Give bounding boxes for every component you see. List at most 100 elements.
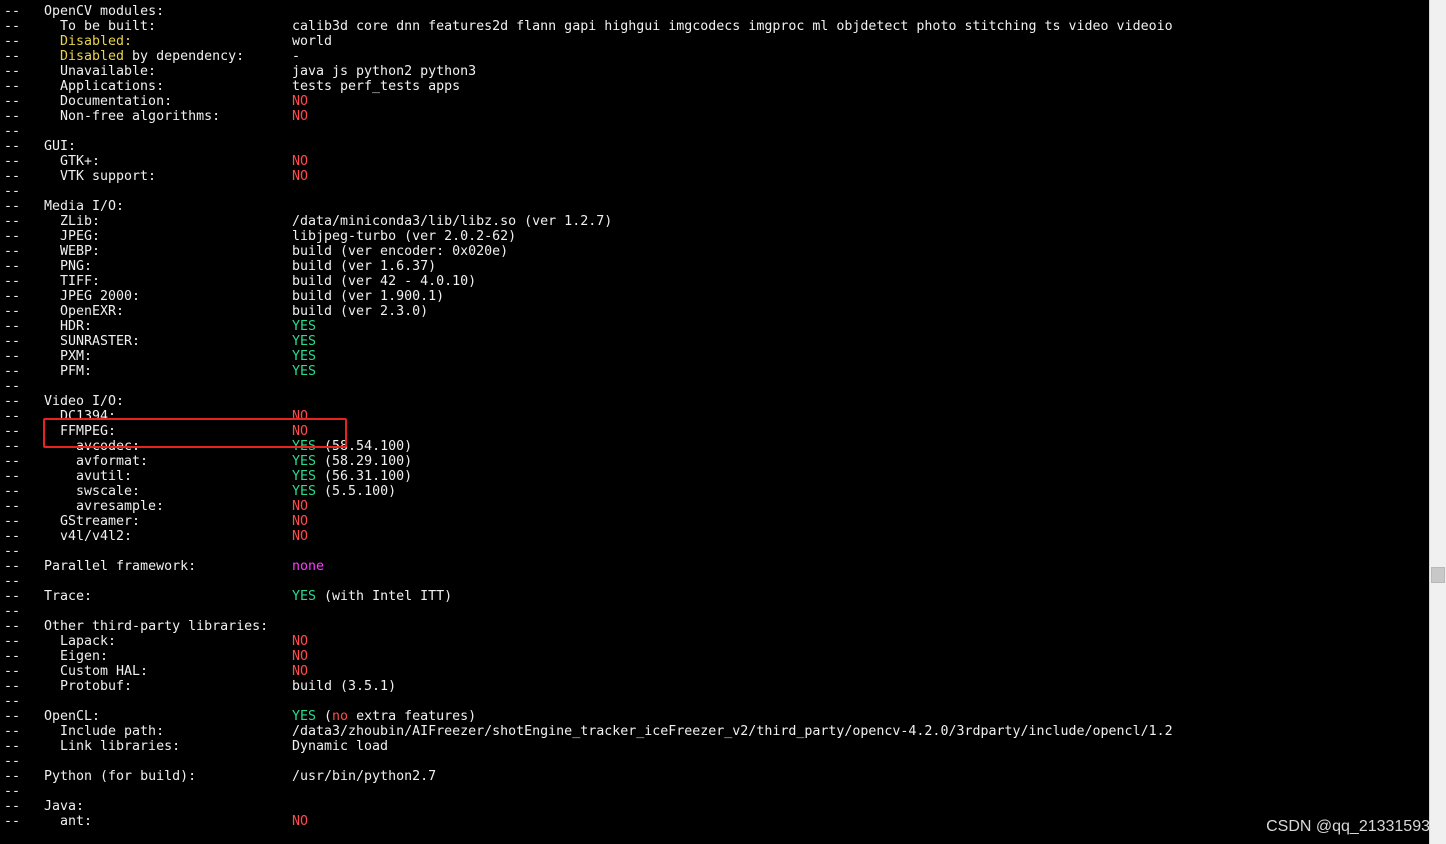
terminal-line: -- ZLib: /data/miniconda3/lib/libz.so (ver…: [0, 214, 1429, 229]
terminal-output[interactable]: -- OpenCV modules: -- To be built: calib3d c…: [0, 0, 1429, 844]
value-part: YES: [292, 319, 317, 334]
line-prefix: --: [4, 319, 21, 334]
line-label: VTK support:: [60, 169, 157, 184]
line-value: build (ver 1.6.37): [292, 259, 436, 274]
line-value: java js python2 python3: [292, 64, 476, 79]
line-prefix: --: [4, 214, 21, 229]
vertical-scrollbar[interactable]: [1429, 0, 1446, 844]
line-label: Media I/O:: [44, 199, 125, 214]
scrollbar-thumb[interactable]: [1431, 567, 1445, 583]
line-prefix: --: [4, 109, 21, 124]
line-prefix: --: [4, 589, 21, 604]
terminal-line: -- PNG: build (ver 1.6.37): [0, 259, 1429, 274]
line-prefix: --: [4, 19, 21, 34]
terminal-line: -- Include path: /data3/zhoubin/AIFreezer/…: [0, 724, 1429, 739]
value-part: NO: [292, 94, 309, 109]
line-prefix: --: [4, 94, 21, 109]
terminal-line: -- TIFF: build (ver 42 - 4.0.10): [0, 274, 1429, 289]
line-prefix: --: [4, 469, 21, 484]
value-part: extra features): [348, 709, 477, 724]
line-prefix: --: [4, 679, 21, 694]
terminal-line: -- Disabled: world: [0, 34, 1429, 49]
line-label: Lapack:: [60, 634, 117, 649]
line-prefix: --: [4, 274, 21, 289]
line-label: Trace:: [44, 589, 93, 604]
line-label: avformat:: [76, 454, 149, 469]
terminal-line: -- Documentation: NO: [0, 94, 1429, 109]
line-prefix: --: [4, 709, 21, 724]
line-label: Disabled by dependency:: [60, 49, 244, 64]
value-part: NO: [292, 529, 309, 544]
value-part: world: [292, 34, 333, 49]
line-value: NO: [292, 109, 308, 124]
line-prefix: --: [4, 514, 21, 529]
line-value: libjpeg-turbo (ver 2.0.2-62): [292, 229, 516, 244]
value-part: build (ver 42 - 4.0.10): [292, 274, 477, 289]
line-prefix: --: [4, 784, 21, 799]
line-value: build (ver 2.3.0): [292, 304, 428, 319]
line-label: Python (for build):: [44, 769, 197, 784]
value-part: build (ver encoder: 0x020e): [292, 244, 509, 259]
line-prefix: --: [4, 634, 21, 649]
line-label: avcodec:: [76, 439, 141, 454]
line-value: calib3d core dnn features2d flann gapi h…: [292, 19, 1173, 34]
value-part: build (ver 1.6.37): [292, 259, 437, 274]
csdn-watermark: CSDN @qq_21331593: [1266, 818, 1430, 835]
line-label: WEBP:: [60, 244, 101, 259]
line-value: NO: [292, 514, 308, 529]
line-label: JPEG 2000:: [60, 289, 141, 304]
line-label: HDR:: [60, 319, 93, 334]
terminal-line: -- ant: NO: [0, 814, 1429, 829]
value-part: build (3.5.1): [292, 679, 397, 694]
line-prefix: --: [4, 124, 21, 139]
terminal-line: -- OpenEXR: build (ver 2.3.0): [0, 304, 1429, 319]
terminal-line: -- Non-free algorithms: NO: [0, 109, 1429, 124]
value-part: YES: [292, 349, 317, 364]
line-prefix: --: [4, 499, 21, 514]
value-part: build (ver 2.3.0): [292, 304, 429, 319]
line-value: build (ver 42 - 4.0.10): [292, 274, 476, 289]
line-label: Parallel framework:: [44, 559, 197, 574]
line-prefix: --: [4, 754, 21, 769]
line-prefix: --: [4, 169, 21, 184]
terminal-line: -- Python (for build): /usr/bin/python2.7: [0, 769, 1429, 784]
line-value: NO: [292, 154, 308, 169]
value-part: YES: [292, 454, 317, 469]
line-label: Applications:: [60, 79, 165, 94]
terminal-line: -- VTK support: NO: [0, 169, 1429, 184]
value-part: NO: [292, 169, 309, 184]
line-value: build (3.5.1): [292, 679, 396, 694]
line-prefix: --: [4, 454, 21, 469]
value-part: YES: [292, 364, 317, 379]
value-part: YES: [292, 469, 317, 484]
line-label: Documentation:: [60, 94, 173, 109]
line-prefix: --: [4, 814, 21, 829]
terminal-line: -- JPEG: libjpeg-turbo (ver 2.0.2-62): [0, 229, 1429, 244]
line-value: YES (with Intel ITT): [292, 589, 452, 604]
terminal-line: -- DC1394: NO: [0, 409, 1429, 424]
line-label: Link libraries:: [60, 739, 181, 754]
terminal-line: -- SUNRASTER: YES: [0, 334, 1429, 349]
line-value: Dynamic load: [292, 739, 388, 754]
line-label: GUI:: [44, 139, 77, 154]
line-prefix: --: [4, 64, 21, 79]
value-part: NO: [292, 154, 309, 169]
line-prefix: --: [4, 559, 21, 574]
terminal-line: -- Trace: YES (with Intel ITT): [0, 589, 1429, 604]
line-label: Other third-party libraries:: [44, 619, 269, 634]
value-part: (5.5.100): [316, 484, 397, 499]
line-label: Non-free algorithms:: [60, 109, 221, 124]
line-label: Include path:: [60, 724, 165, 739]
line-value: build (ver 1.900.1): [292, 289, 444, 304]
terminal-line: -- WEBP: build (ver encoder: 0x020e): [0, 244, 1429, 259]
terminal-line: -- avcodec: YES (58.54.100): [0, 439, 1429, 454]
line-label: Video I/O:: [44, 394, 125, 409]
terminal-line: -- v4l/v4l2: NO: [0, 529, 1429, 544]
line-prefix: --: [4, 4, 21, 19]
value-part: tests perf_tests apps: [292, 79, 461, 94]
terminal-line: -- GStreamer: NO: [0, 514, 1429, 529]
value-part: libjpeg-turbo (ver 2.0.2-62): [292, 229, 517, 244]
terminal-line: --: [0, 544, 1429, 559]
line-prefix: --: [4, 739, 21, 754]
line-prefix: --: [4, 424, 21, 439]
